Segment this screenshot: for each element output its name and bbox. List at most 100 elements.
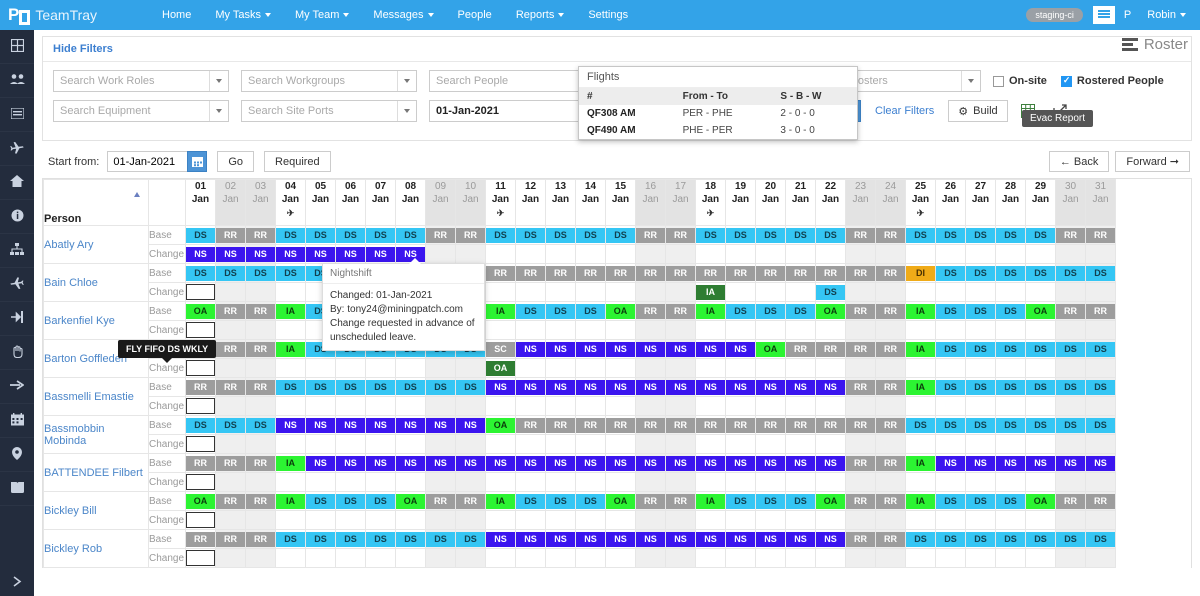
roster-cell-base[interactable]: NS: [335, 415, 366, 435]
shift-chip[interactable]: DS: [996, 341, 1025, 357]
shift-chip[interactable]: RR: [246, 379, 275, 395]
roster-cell-change[interactable]: [635, 282, 666, 302]
roster-cell-base[interactable]: DS: [605, 225, 636, 245]
shift-chip[interactable]: NS: [426, 455, 455, 471]
roster-cell-change[interactable]: [455, 548, 486, 568]
roster-cell-change[interactable]: [575, 396, 606, 416]
shift-chip[interactable]: RR: [876, 341, 905, 357]
shift-chip[interactable]: RR: [246, 493, 275, 509]
roster-cell-base[interactable]: NS: [455, 415, 486, 435]
roster-cell-base[interactable]: RR: [245, 301, 276, 321]
roster-cell-base[interactable]: NS: [545, 377, 576, 397]
shift-chip[interactable]: RR: [246, 531, 275, 547]
roster-cell-change[interactable]: [875, 396, 906, 416]
roster-cell-change[interactable]: [695, 358, 726, 378]
shift-chip[interactable]: DS: [576, 303, 605, 319]
day-column-header[interactable]: 07 Jan: [365, 179, 396, 226]
shift-chip[interactable]: DS: [366, 493, 395, 509]
roster-cell-base[interactable]: NS: [425, 415, 456, 435]
roster-cell-change[interactable]: [275, 396, 306, 416]
roster-cell-change[interactable]: [485, 472, 516, 492]
shift-chip[interactable]: NS: [546, 455, 575, 471]
shift-chip[interactable]: DS: [726, 227, 755, 243]
roster-cell-change[interactable]: [605, 396, 636, 416]
shift-chip[interactable]: DS: [1026, 379, 1055, 395]
roster-cell-base[interactable]: DS: [515, 301, 546, 321]
shift-chip[interactable]: NS: [246, 246, 275, 262]
shift-chip[interactable]: RR: [1056, 493, 1085, 509]
roster-cell-base[interactable]: DS: [995, 339, 1026, 359]
day-column-header[interactable]: 09 Jan: [425, 179, 456, 226]
shift-chip[interactable]: NS: [396, 455, 425, 471]
chevron-down-icon[interactable]: [397, 71, 416, 91]
sidebar-item-plane-cross[interactable]: [0, 268, 34, 302]
roster-cell-change[interactable]: [725, 396, 756, 416]
roster-cell-change[interactable]: [725, 358, 756, 378]
roster-cell-change[interactable]: [305, 510, 336, 530]
roster-cell-base[interactable]: DS: [755, 225, 786, 245]
day-column-header[interactable]: 31 Jan: [1085, 179, 1116, 226]
day-column-header[interactable]: 06 Jan: [335, 179, 366, 226]
roster-cell-base[interactable]: OA: [1025, 491, 1056, 511]
roster-cell-change[interactable]: [215, 282, 246, 302]
roster-cell-change[interactable]: [275, 548, 306, 568]
roster-cell-change[interactable]: [995, 320, 1026, 340]
roster-cell-base[interactable]: DS: [545, 301, 576, 321]
roster-cell-change[interactable]: [845, 396, 876, 416]
roster-cell-base[interactable]: DS: [965, 301, 996, 321]
roster-cell-change[interactable]: [545, 396, 576, 416]
shift-chip[interactable]: NS: [276, 246, 305, 262]
shift-chip[interactable]: OA: [606, 303, 635, 319]
person-name-cell[interactable]: Bickley Bill: [43, 491, 149, 530]
roster-cell-change[interactable]: [635, 320, 666, 340]
person-name-cell[interactable]: Bain Chloe: [43, 263, 149, 302]
roster-cell-change[interactable]: [875, 434, 906, 454]
shift-chip[interactable]: NS: [486, 531, 515, 547]
roster-cell-change[interactable]: [695, 472, 726, 492]
shift-chip[interactable]: DS: [336, 379, 365, 395]
roster-cell-change[interactable]: [665, 548, 696, 568]
roster-cell-change[interactable]: OA: [485, 358, 516, 378]
roster-cell-change[interactable]: [485, 548, 516, 568]
shift-chip[interactable]: DI: [906, 265, 935, 281]
roster-cell-base[interactable]: NS: [545, 339, 576, 359]
shift-chip[interactable]: RR: [876, 227, 905, 243]
shift-chip[interactable]: DS: [276, 379, 305, 395]
roster-cell-base[interactable]: NS: [515, 339, 546, 359]
roster-cell-base[interactable]: IA: [695, 301, 726, 321]
roster-cell-change[interactable]: [905, 434, 936, 454]
roster-cell-base[interactable]: RR: [245, 225, 276, 245]
roster-cell-base[interactable]: RR: [755, 263, 786, 283]
roster-cell-base[interactable]: DS: [425, 529, 456, 549]
shift-chip[interactable]: NS: [306, 455, 335, 471]
shift-chip[interactable]: RR: [246, 341, 275, 357]
roster-cell-change[interactable]: [635, 434, 666, 454]
shift-chip[interactable]: NS: [756, 531, 785, 547]
roster-cell-change[interactable]: [845, 282, 876, 302]
chevron-down-icon[interactable]: [209, 71, 228, 91]
roster-cell-change[interactable]: [995, 396, 1026, 416]
shift-chip[interactable]: DS: [306, 379, 335, 395]
shift-chip[interactable]: DS: [246, 265, 275, 281]
roster-cell-base[interactable]: NS: [575, 377, 606, 397]
roster-cell-change[interactable]: [215, 358, 246, 378]
shift-chip[interactable]: DS: [996, 417, 1025, 433]
roster-cell-base[interactable]: NS: [1085, 453, 1116, 473]
roster-cell-base[interactable]: DS: [455, 529, 486, 549]
roster-cell-change[interactable]: [935, 358, 966, 378]
shift-chip[interactable]: RR: [216, 227, 245, 243]
shift-chip[interactable]: NS: [816, 455, 845, 471]
roster-cell-change[interactable]: [605, 320, 636, 340]
roster-cell-change[interactable]: [215, 472, 246, 492]
day-column-header[interactable]: 01 Jan: [185, 179, 216, 226]
sidebar-item-list[interactable]: [0, 98, 34, 132]
roster-cell-change[interactable]: [395, 396, 426, 416]
roster-cell-change[interactable]: [545, 320, 576, 340]
shift-chip[interactable]: OA: [486, 417, 515, 433]
chevron-down-icon[interactable]: [397, 101, 416, 121]
shift-chip[interactable]: DS: [1056, 341, 1085, 357]
roster-cell-base[interactable]: IA: [905, 301, 936, 321]
roster-cell-change[interactable]: [905, 472, 936, 492]
roster-cell-base[interactable]: DS: [995, 415, 1026, 435]
roster-cell-base[interactable]: RR: [665, 415, 696, 435]
